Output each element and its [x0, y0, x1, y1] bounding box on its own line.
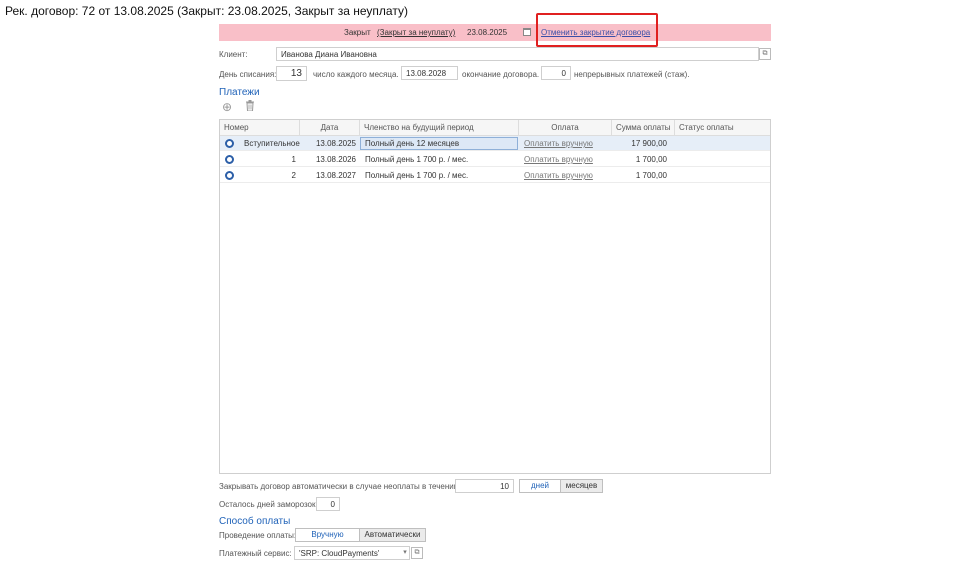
status-banner: Закрыт (Закрыт за неуплату) 23.08.2025 О… — [219, 24, 771, 41]
payment-service-select[interactable]: 'SRP: CloudPayments' — [294, 546, 410, 560]
payment-method-title: Способ оплаты — [219, 516, 291, 527]
row-amount: 17 900,00 — [631, 139, 667, 148]
charge-day-input[interactable]: 13 — [276, 66, 307, 81]
row-membership[interactable]: Полный день 1 700 р. / мес. — [361, 168, 518, 183]
streak-input[interactable]: 0 — [541, 66, 571, 80]
row-date: 13.08.2026 — [315, 155, 356, 164]
charge-day-suffix: число каждого месяца. — [313, 70, 399, 79]
col-payment[interactable]: Оплата — [519, 120, 612, 136]
unit-days-button[interactable]: дней — [519, 479, 561, 493]
row-membership[interactable]: Полный день 1 700 р. / мес. — [361, 152, 518, 167]
table-row[interactable]: Вступительное 13.08.2025 Полный день 12 … — [220, 136, 770, 151]
row-radio[interactable] — [225, 139, 234, 148]
close-date: 23.08.2025 — [467, 28, 508, 37]
table-header: Номер Дата Членство на будущий период Оп… — [220, 120, 770, 136]
open-form-icon[interactable]: ⧉ — [411, 547, 423, 559]
payments-table: Номер Дата Членство на будущий период Оп… — [219, 119, 771, 474]
auto-close-label: Закрывать договор автоматически в случае… — [219, 482, 461, 491]
row-status — [675, 168, 770, 183]
row-amount: 1 700,00 — [635, 155, 667, 164]
payments-section-title: Платежи — [219, 87, 260, 98]
pay-manual-link[interactable]: Оплатить вручную — [520, 152, 612, 167]
pay-manual-link[interactable]: Оплатить вручную — [520, 136, 612, 151]
end-date-input[interactable]: 13.08.2028 — [401, 66, 458, 80]
trash-icon[interactable] — [243, 100, 257, 114]
row-number: Вступительное — [244, 139, 300, 148]
add-circle-icon[interactable]: ⊕ — [220, 100, 234, 114]
calendar-icon[interactable] — [523, 28, 531, 36]
charge-day-label: День списания: — [219, 70, 277, 79]
highlight-box — [536, 13, 658, 47]
row-amount: 1 700,00 — [635, 171, 667, 180]
mode-auto-button[interactable]: Автоматически — [359, 528, 426, 542]
auto-close-input[interactable]: 10 — [455, 479, 514, 493]
open-form-icon[interactable]: ⧉ — [759, 48, 771, 60]
streak-suffix: непрерывных платежей (стаж). — [574, 70, 690, 79]
client-field[interactable]: Иванова Диана Ивановна — [276, 47, 759, 61]
row-date: 13.08.2025 — [315, 139, 356, 148]
mode-manual-button[interactable]: Вручную — [295, 528, 360, 542]
client-label: Клиент: — [219, 50, 248, 59]
window-title: Рек. договор: 72 от 13.08.2025 (Закрыт: … — [5, 4, 408, 18]
row-radio[interactable] — [225, 155, 234, 164]
freeze-label: Осталось дней заморозок: — [219, 500, 318, 509]
col-status[interactable]: Статус оплаты — [675, 120, 770, 136]
close-reason-link[interactable]: (Закрыт за неуплату) — [377, 28, 455, 37]
status-text: Закрыт — [344, 28, 371, 37]
row-membership[interactable]: Полный день 12 месяцев — [361, 136, 518, 151]
freeze-input[interactable]: 0 — [316, 497, 340, 511]
unit-months-button[interactable]: месяцев — [560, 479, 603, 493]
row-status — [675, 136, 770, 151]
row-date: 13.08.2027 — [315, 171, 356, 180]
col-date[interactable]: Дата — [300, 120, 360, 136]
payment-mode-label: Проведение оплаты: — [219, 531, 297, 540]
row-status — [675, 152, 770, 167]
end-date-suffix: окончание договора. — [462, 70, 540, 79]
col-membership[interactable]: Членство на будущий период — [360, 120, 519, 136]
col-amount[interactable]: Сумма оплаты — [612, 120, 675, 136]
col-number[interactable]: Номер — [220, 120, 300, 136]
table-row[interactable]: 2 13.08.2027 Полный день 1 700 р. / мес.… — [220, 168, 770, 183]
row-number: 1 — [291, 155, 296, 164]
table-row[interactable]: 1 13.08.2026 Полный день 1 700 р. / мес.… — [220, 152, 770, 167]
pay-manual-link[interactable]: Оплатить вручную — [520, 168, 612, 183]
payment-service-label: Платежный сервис: — [219, 549, 292, 558]
row-radio[interactable] — [225, 171, 234, 180]
row-number: 2 — [291, 171, 296, 180]
chevron-down-icon[interactable]: ▾ — [400, 546, 410, 560]
